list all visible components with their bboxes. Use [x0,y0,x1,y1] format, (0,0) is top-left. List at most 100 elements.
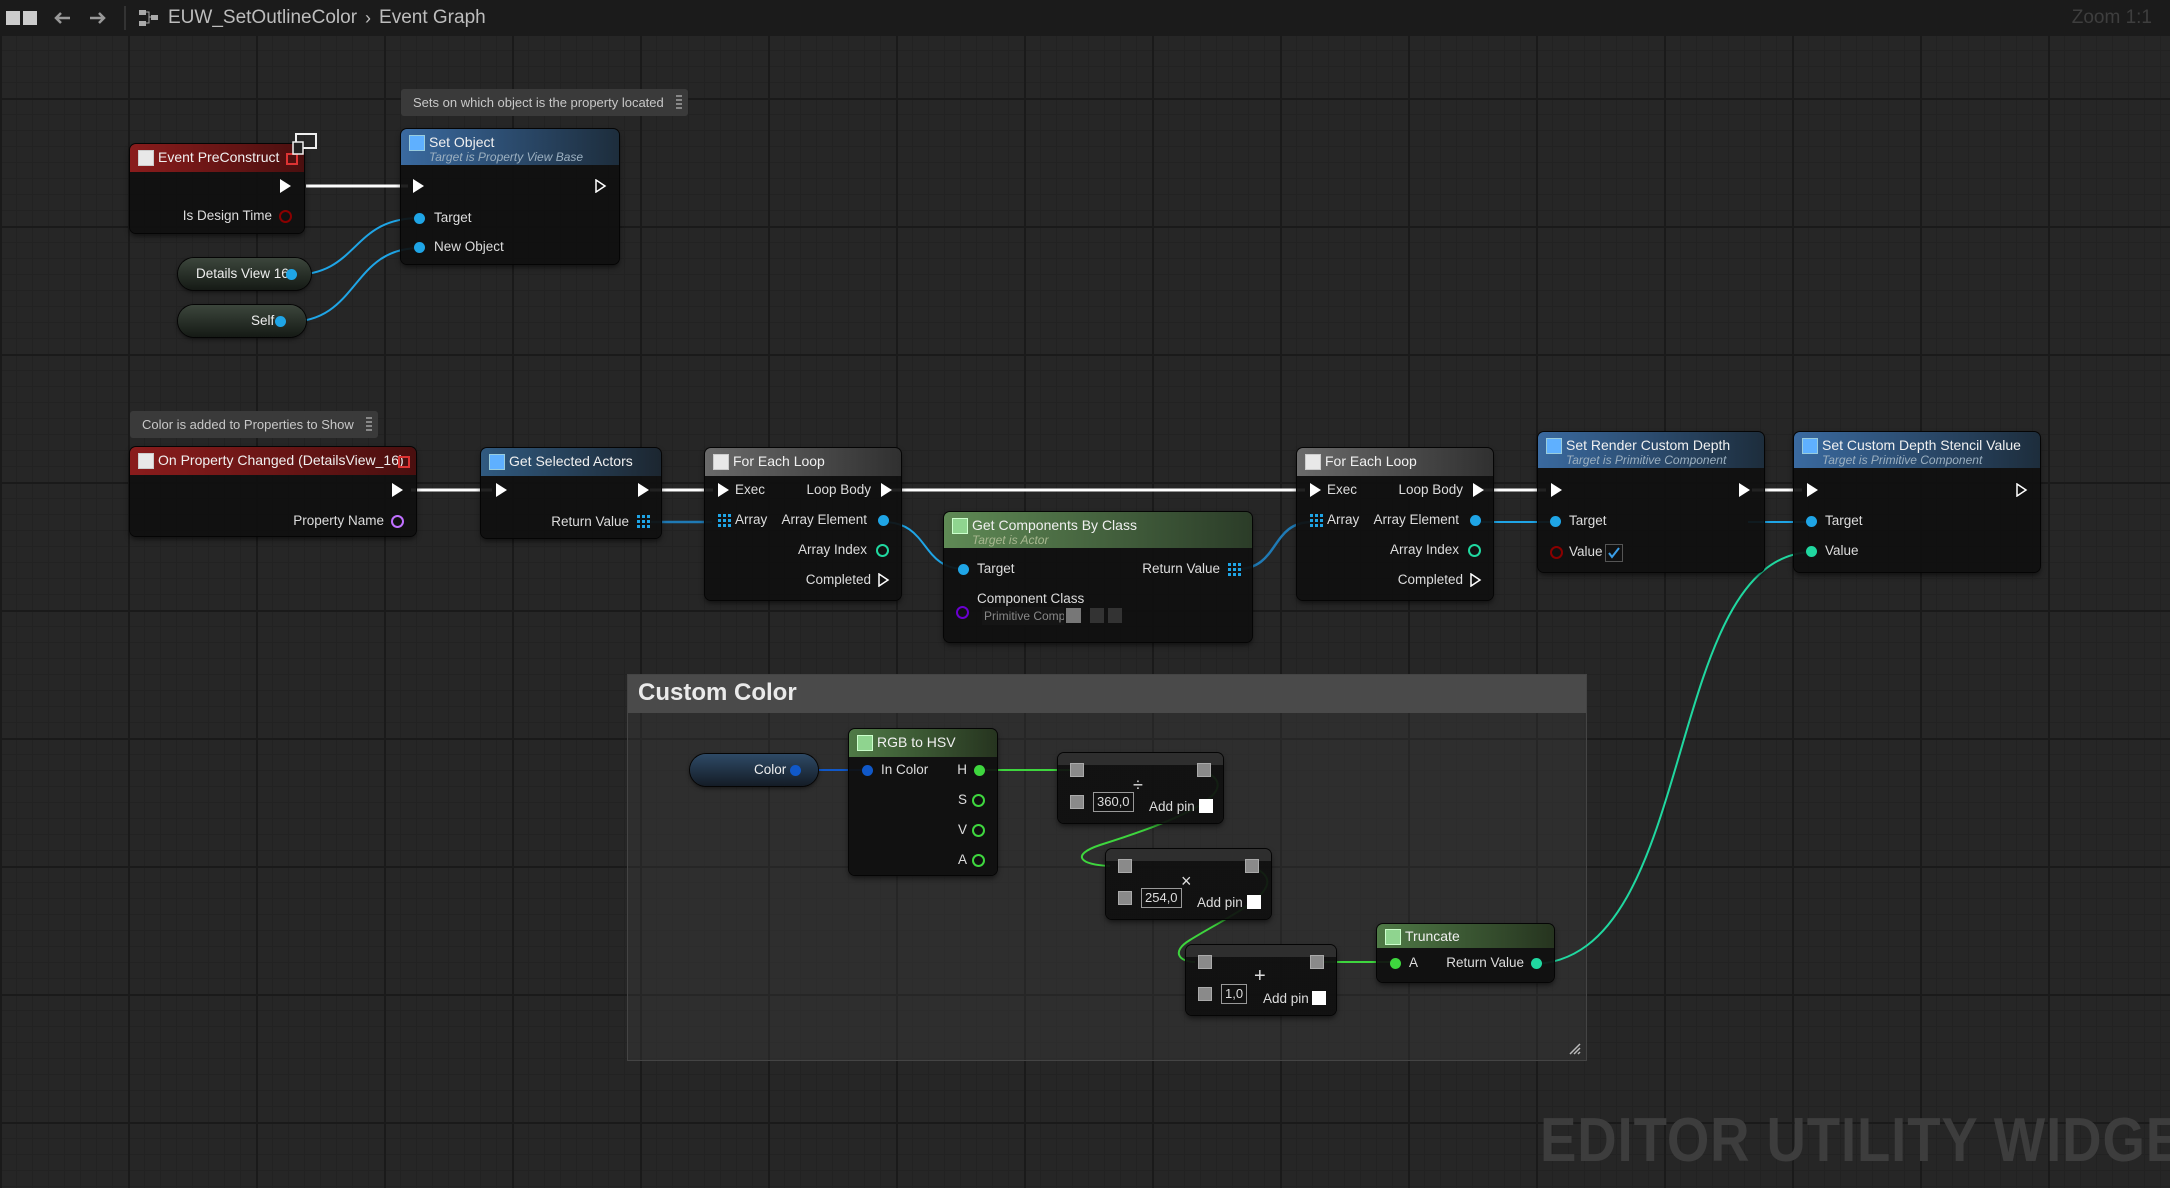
output-pin[interactable] [1197,763,1211,777]
exec-out-pin[interactable] [2016,483,2028,497]
target-pin[interactable] [414,213,425,224]
add-pin-icon[interactable] [1247,895,1261,909]
comment-grip-icon[interactable] [675,95,682,109]
node-divide[interactable]: ÷ 360,0 Add pin [1058,753,1223,823]
add-pin-icon[interactable] [1312,991,1326,1005]
node-truncate[interactable]: Truncate A Return Value [1377,924,1554,982]
node-header[interactable]: Set Object Target is Property View Base [401,129,619,165]
delegate-pin[interactable] [398,456,410,468]
node-header[interactable]: For Each Loop [1297,448,1493,476]
node-details-view-variable[interactable]: Details View 16 [178,258,311,290]
a-out-pin[interactable] [972,854,985,867]
in-color-pin[interactable] [862,765,873,776]
exec-out-pin[interactable] [392,483,403,497]
node-for-each-loop-1[interactable]: For Each Loop Exec Loop Body Array Array… [705,448,901,600]
forward-arrow-icon[interactable] [80,0,116,36]
node-header[interactable]: On Property Changed (DetailsView_16) [130,447,416,475]
breadcrumb-asset[interactable]: EUW_SetOutlineColor [168,7,357,29]
exec-in-pin[interactable] [496,483,507,497]
array-in-pin[interactable] [1310,514,1323,527]
s-out-pin[interactable] [972,794,985,807]
addend-input[interactable]: 1,0 [1221,984,1248,1004]
back-arrow-icon[interactable] [44,0,80,36]
array-element-pin[interactable] [878,515,889,526]
node-multiply[interactable]: × 254,0 Add pin [1106,849,1271,919]
add-pin-label[interactable]: Add pin [1197,895,1243,910]
input-pin-b[interactable] [1070,795,1084,809]
class-dropdown[interactable]: Primitive Comp [982,607,1064,625]
value-pin[interactable] [1806,546,1817,557]
add-pin-label[interactable]: Add pin [1149,799,1195,814]
node-for-each-loop-2[interactable]: For Each Loop Exec Loop Body Array Array… [1297,448,1493,600]
node-header[interactable]: Get Components By Class Target is Actor [944,512,1252,548]
input-pin-b[interactable] [1118,891,1132,905]
node-add[interactable]: + 1,0 Add pin [1186,945,1336,1015]
array-out-pin[interactable] [1228,563,1241,576]
multiplier-input[interactable]: 254,0 [1141,888,1182,908]
layout-icon[interactable] [0,0,44,36]
node-header[interactable]: For Each Loop [705,448,901,476]
completed-exec-pin[interactable] [878,573,890,587]
input-pin-b[interactable] [1198,987,1212,1001]
input-pin-a[interactable] [1198,955,1212,969]
object-out-pin[interactable] [286,269,297,280]
node-color-variable[interactable]: Color [690,754,818,786]
node-rgb-to-hsv[interactable]: RGB to HSV In Color H S V A [849,729,997,875]
node-set-render-custom-depth[interactable]: Set Render Custom Depth Target is Primiti… [1538,432,1764,572]
node-get-components-by-class[interactable]: Get Components By Class Target is Actor T… [944,512,1252,642]
target-pin[interactable] [958,564,969,575]
node-header[interactable]: Set Custom Depth Stencil Value Target is … [1794,432,2040,468]
comment-grip-icon[interactable] [365,417,372,431]
add-pin-icon[interactable] [1199,799,1213,813]
array-in-pin[interactable] [718,514,731,527]
input-pin-a[interactable] [1070,763,1084,777]
comment-set-object[interactable]: Sets on which object is the property loc… [401,89,688,116]
node-header[interactable]: RGB to HSV [849,729,997,757]
name-out-pin[interactable] [391,515,404,528]
target-pin[interactable] [1550,516,1561,527]
node-header[interactable]: Truncate [1377,924,1554,948]
component-class-pin[interactable] [956,606,969,619]
exec-in-pin[interactable] [413,179,424,193]
array-index-pin[interactable] [876,544,889,557]
exec-out-pin[interactable] [280,179,291,193]
new-object-pin[interactable] [414,242,425,253]
frame-title[interactable]: Custom Color [628,675,1586,713]
exec-in-pin[interactable] [1807,483,1818,497]
h-out-pin[interactable] [974,765,985,776]
node-self[interactable]: Self [178,305,306,337]
target-pin[interactable] [1806,516,1817,527]
divisor-input[interactable]: 360,0 [1093,792,1134,812]
array-out-pin[interactable] [637,515,650,528]
bool-out-pin[interactable] [279,210,292,223]
loop-body-exec-pin[interactable] [881,483,892,497]
exec-in-pin[interactable] [1551,483,1562,497]
input-pin-a[interactable] [1118,859,1132,873]
browse-icon[interactable] [1090,608,1104,623]
node-event-preconstruct[interactable]: Event PreConstruct Is Design Time [130,144,304,233]
add-pin-label[interactable]: Add pin [1263,991,1309,1006]
node-header[interactable]: Event PreConstruct [130,144,304,172]
use-selected-icon[interactable] [1066,608,1081,623]
exec-out-pin[interactable] [595,179,607,193]
node-header[interactable]: Get Selected Actors [481,448,661,476]
array-element-pin[interactable] [1470,515,1481,526]
resize-handle-icon[interactable] [1568,1042,1582,1056]
struct-out-pin[interactable] [790,765,801,776]
output-pin[interactable] [1245,859,1259,873]
value-pin[interactable] [1550,546,1563,559]
node-set-custom-depth-stencil[interactable]: Set Custom Depth Stencil Value Target is … [1794,432,2040,572]
object-out-pin[interactable] [275,316,286,327]
node-get-selected-actors[interactable]: Get Selected Actors Return Value [481,448,661,538]
node-on-property-changed[interactable]: On Property Changed (DetailsView_16) Pro… [130,447,416,536]
a-in-pin[interactable] [1390,958,1401,969]
return-value-pin[interactable] [1531,958,1542,969]
completed-exec-pin[interactable] [1470,573,1482,587]
value-checkbox[interactable] [1605,544,1623,562]
node-header[interactable]: Set Render Custom Depth Target is Primiti… [1538,432,1764,468]
comment-color-added[interactable]: Color is added to Properties to Show [130,411,378,438]
exec-out-pin[interactable] [1739,483,1750,497]
clear-icon[interactable] [1108,608,1122,623]
output-pin[interactable] [1310,955,1324,969]
breadcrumb-graph[interactable]: Event Graph [379,7,486,29]
